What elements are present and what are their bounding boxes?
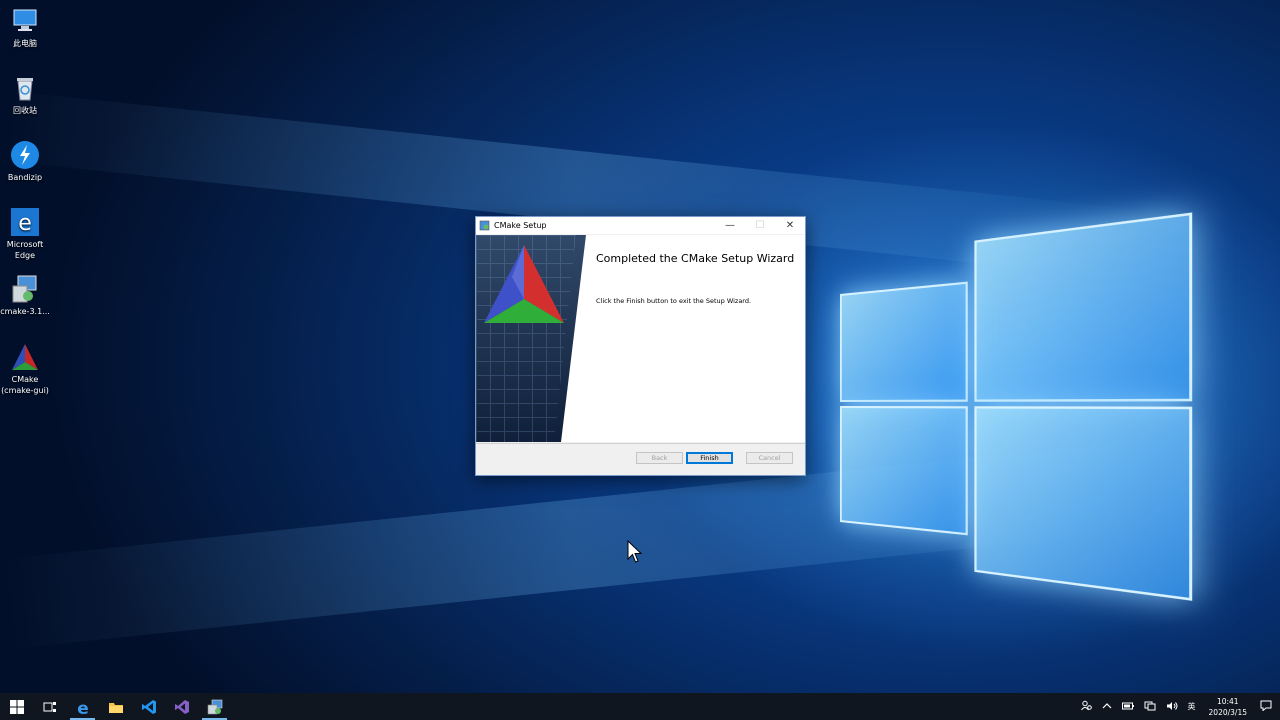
wizard-button-bar: Back Finish Cancel (476, 443, 805, 476)
task-view-icon (43, 701, 57, 713)
action-center-icon[interactable] (1260, 700, 1272, 713)
wizard-message: Click the Finish button to exit the Setu… (596, 297, 751, 305)
desktop-icon-label: Microsoft Edge (0, 239, 50, 261)
clock[interactable]: 10:41 2020/3/15 (1209, 696, 1247, 718)
wizard-heading: Completed the CMake Setup Wizard (596, 252, 794, 265)
cmake-logo-icon (482, 243, 566, 325)
battery-icon[interactable] (1122, 702, 1134, 712)
edge-icon: e (75, 699, 91, 715)
installer-icon (207, 699, 223, 715)
desktop-icon-cmake-installer[interactable]: cmake-3.1... (0, 274, 50, 317)
desktop-icon-label: CMake (cmake-gui) (0, 374, 50, 396)
desktop-icon-recycle-bin[interactable]: 回收站 (0, 73, 50, 116)
cancel-button: Cancel (746, 452, 793, 464)
taskbar: e 英 10:41 2020/3/15 (0, 693, 1280, 720)
edge-icon: e (10, 207, 40, 237)
bandizip-icon (10, 140, 40, 170)
taskbar-cmake-setup[interactable] (198, 693, 231, 720)
dialog-titlebar[interactable]: CMake Setup — ☐ ✕ (476, 217, 805, 234)
desktop-icon-label: 回收站 (0, 105, 50, 116)
recycle-bin-icon (10, 73, 40, 103)
desktop-icon-label: 此电脑 (0, 38, 50, 49)
desktop-icon-this-pc[interactable]: 此电脑 (0, 6, 50, 49)
taskbar-edge[interactable]: e (66, 693, 99, 720)
maximize-button: ☐ (745, 217, 775, 234)
start-button[interactable] (0, 693, 33, 720)
back-button: Back (636, 452, 683, 464)
desktop-icon-label: cmake-3.1... (0, 306, 50, 317)
dialog-title: CMake Setup (494, 221, 715, 230)
desktop-icon-cmake-gui[interactable]: CMake (cmake-gui) (0, 342, 50, 396)
task-view-button[interactable] (33, 693, 66, 720)
desktop-icon-edge[interactable]: e Microsoft Edge (0, 207, 50, 261)
mouse-cursor-icon (627, 540, 643, 564)
finish-button[interactable]: Finish (686, 452, 733, 464)
input-method-indicator[interactable]: 英 (1188, 701, 1196, 712)
taskbar-vscode[interactable] (132, 693, 165, 720)
wizard-banner: Completed the CMake Setup Wizard Click t… (476, 235, 805, 442)
file-explorer-icon (108, 700, 124, 714)
svg-text:e: e (18, 211, 32, 236)
desktop-icon-label: Bandizip (0, 172, 50, 183)
installer-icon (479, 220, 490, 231)
vscode-icon (141, 699, 157, 715)
wallpaper-windows-logo (840, 213, 1186, 595)
cmake-setup-dialog: CMake Setup — ☐ ✕ Completed the CMake Se… (475, 216, 806, 476)
cmake-icon (10, 342, 40, 372)
taskbar-visual-studio[interactable] (165, 693, 198, 720)
close-button[interactable]: ✕ (775, 217, 805, 234)
clock-date: 2020/3/15 (1209, 707, 1247, 718)
chevron-up-icon[interactable] (1102, 702, 1112, 712)
desktop-icon-bandizip[interactable]: Bandizip (0, 140, 50, 183)
system-tray: 英 10:41 2020/3/15 (1076, 693, 1280, 720)
people-icon[interactable] (1081, 700, 1092, 713)
volume-icon[interactable] (1166, 701, 1178, 713)
installer-icon (10, 274, 40, 304)
taskbar-file-explorer[interactable] (99, 693, 132, 720)
minimize-button[interactable]: — (715, 217, 745, 234)
svg-text:e: e (77, 699, 89, 715)
computer-icon (10, 6, 40, 36)
clock-time: 10:41 (1209, 696, 1247, 707)
start-icon (10, 700, 24, 714)
visual-studio-icon (174, 699, 190, 715)
network-icon[interactable] (1144, 701, 1156, 713)
